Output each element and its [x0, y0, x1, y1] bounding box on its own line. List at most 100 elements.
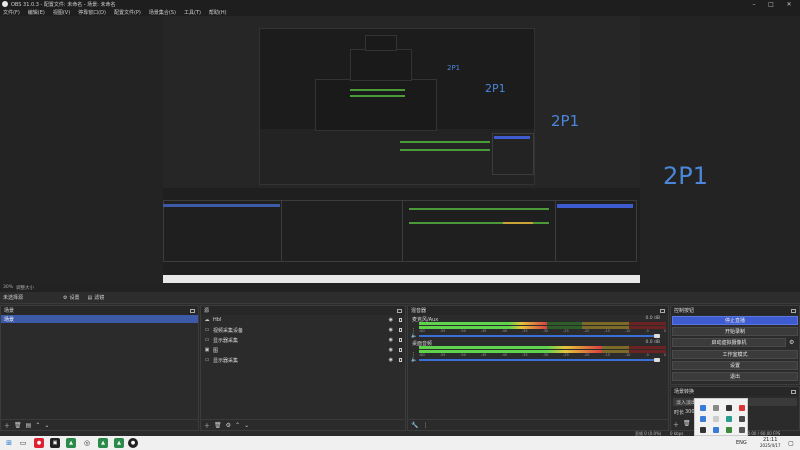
volume-knob[interactable] — [654, 334, 660, 338]
virtual-camera-settings-icon[interactable]: ⚙ — [789, 339, 794, 346]
lock-icon[interactable] — [399, 318, 402, 322]
filters-button[interactable]: ▤ 滤镜 — [88, 294, 105, 302]
advanced-audio-icon[interactable]: 🔧 — [411, 422, 418, 429]
language-indicator[interactable]: ENG — [736, 440, 747, 446]
app-icon-red[interactable]: ● — [34, 438, 44, 448]
eye-icon[interactable]: ◉ — [389, 337, 393, 343]
stop-streaming-button[interactable]: 停止直播 — [672, 316, 798, 325]
move-down-icon[interactable]: ⌄ — [244, 422, 249, 429]
menu-view[interactable]: 视图(V) — [53, 9, 70, 16]
menu-file[interactable]: 文件(F) — [3, 9, 20, 16]
source-item[interactable]: ▭ 视频采集设备 ◉ — [201, 325, 405, 335]
obs-taskbar-icon[interactable]: ● — [128, 438, 138, 448]
maximize-icon[interactable]: □ — [764, 0, 778, 8]
menu-scene-collection[interactable]: 场景集合(S) — [149, 9, 176, 16]
tray-icon[interactable] — [739, 405, 745, 411]
scene-filters-icon[interactable]: ▤ — [26, 422, 32, 429]
chrome-icon[interactable]: ◎ — [82, 438, 92, 448]
lock-icon[interactable] — [399, 328, 402, 332]
add-transition-icon[interactable]: ＋ — [673, 420, 679, 429]
tray-icon[interactable] — [713, 427, 719, 433]
move-up-icon[interactable]: ⌃ — [35, 422, 40, 429]
source-item[interactable]: ☁ Hbl ◉ — [201, 315, 405, 325]
tray-icon[interactable] — [700, 405, 706, 411]
volume-slider[interactable] — [419, 334, 660, 338]
add-source-icon[interactable]: ＋ — [204, 421, 210, 430]
meter-tick-label: 0 — [663, 329, 666, 333]
clock-date[interactable]: 2025/4/17 — [760, 443, 781, 448]
scenes-dock: 场景 场景 ＋ 🗑 ▤ ⌃ ⌄ — [0, 305, 199, 431]
notification-icon[interactable]: ▢ — [786, 438, 796, 448]
tray-icon[interactable] — [700, 427, 706, 433]
menu-docks[interactable]: 停靠窗口(D) — [78, 9, 106, 16]
studio-mode-button[interactable]: 工作室模式 — [672, 350, 798, 359]
volume-knob[interactable] — [654, 358, 660, 362]
meter-tick-label: -55 — [439, 329, 446, 333]
eye-icon[interactable]: ◉ — [389, 347, 393, 353]
move-up-icon[interactable]: ⌃ — [235, 422, 240, 429]
task-view-icon[interactable]: ▭ — [18, 438, 28, 448]
no-source-label: 未选择源 — [3, 295, 24, 301]
mixer-channel: 桌面音频 0.0 dB -60 -55 -50 -45 -40 -35 -30 -25 -20-… — [408, 339, 668, 363]
eye-icon[interactable]: ◉ — [389, 327, 393, 333]
eye-icon[interactable]: ◉ — [389, 357, 393, 363]
tray-icon[interactable] — [726, 405, 732, 411]
source-item[interactable]: ▭ 显示器采集 ◉ — [201, 355, 405, 365]
sources-dock: 源 ☁ Hbl ◉ ▭ 视频采集设备 ◉ ▭ 显示器采集 ◉ ▣ 图 ◉ ▭ 显示器采集 ◉ ＋ 🗑… — [200, 305, 406, 431]
undock-icon[interactable] — [791, 308, 796, 313]
nested-preview-docks — [163, 188, 640, 283]
transition-type: 淡入淡出 — [676, 399, 697, 406]
nested-preview-level-2 — [259, 28, 535, 185]
undock-icon[interactable] — [791, 389, 796, 394]
meter-tick-label: -20 — [583, 353, 590, 357]
windows-start-icon[interactable]: ⊞ — [4, 438, 14, 448]
volume-slider[interactable] — [419, 358, 660, 362]
tray-icon[interactable] — [726, 427, 732, 433]
exit-button[interactable]: 退出 — [672, 372, 798, 381]
meter-tick-label: -55 — [439, 353, 446, 357]
app-icon-green-3[interactable]: ▲ — [114, 438, 124, 448]
undock-icon[interactable] — [190, 308, 195, 313]
tray-icon[interactable] — [726, 416, 732, 422]
add-scene-icon[interactable]: ＋ — [4, 421, 10, 430]
source-settings-icon[interactable]: ⚙ — [226, 422, 231, 429]
app-icon-dark[interactable]: ▣ — [50, 438, 60, 448]
move-down-icon[interactable]: ⌄ — [44, 422, 49, 429]
start-virtual-camera-button[interactable]: 启动虚拟摄像机 — [672, 338, 786, 347]
tray-icon[interactable] — [713, 416, 719, 422]
lock-icon[interactable] — [399, 338, 402, 342]
properties-bar: 未选择源 ⚙ 设置 ▤ 滤镜 — [0, 292, 800, 304]
settings-button[interactable]: 设置 — [672, 361, 798, 370]
mixer-menu-icon[interactable]: ⋮ — [422, 422, 428, 429]
undock-icon[interactable] — [397, 308, 402, 313]
lock-icon[interactable] — [399, 348, 402, 352]
source-item[interactable]: ▣ 图 ◉ — [201, 345, 405, 355]
meter-tick-label: -5 — [645, 353, 649, 357]
scene-item[interactable]: 场景 — [1, 315, 198, 323]
scenes-dock-header: 场景 — [1, 306, 198, 315]
close-icon[interactable]: ✕ — [782, 0, 796, 8]
preview-canvas[interactable]: 2P1 2P1 2P1 — [163, 16, 640, 283]
remove-scene-icon[interactable]: 🗑 — [14, 422, 22, 429]
app-icon-green[interactable]: ▲ — [66, 438, 76, 448]
remove-source-icon[interactable]: 🗑 — [214, 422, 222, 429]
tray-icon[interactable] — [713, 405, 719, 411]
minimize-icon[interactable]: – — [747, 0, 761, 8]
undock-icon[interactable] — [660, 308, 665, 313]
tray-icon[interactable] — [739, 416, 745, 422]
menu-tools[interactable]: 工具(T) — [184, 9, 201, 16]
settings-button[interactable]: ⚙ 设置 — [63, 294, 80, 302]
menu-profile[interactable]: 配置文件(P) — [114, 9, 141, 16]
tray-icon[interactable] — [700, 416, 706, 422]
app-icon-green-2[interactable]: ▲ — [98, 438, 108, 448]
start-recording-button[interactable]: 开始录制 — [672, 327, 798, 336]
source-item[interactable]: ▭ 显示器采集 ◉ — [201, 335, 405, 345]
tray-icon[interactable] — [739, 427, 745, 433]
speaker-icon[interactable]: 🔈 — [411, 357, 417, 363]
menu-help[interactable]: 帮助(H) — [209, 9, 227, 16]
zoom-value[interactable]: 30% — [3, 285, 13, 290]
menu-edit[interactable]: 编辑(E) — [28, 9, 45, 16]
eye-icon[interactable]: ◉ — [389, 317, 393, 323]
lock-icon[interactable] — [399, 358, 402, 362]
remove-transition-icon[interactable]: 🗑 — [683, 420, 691, 429]
